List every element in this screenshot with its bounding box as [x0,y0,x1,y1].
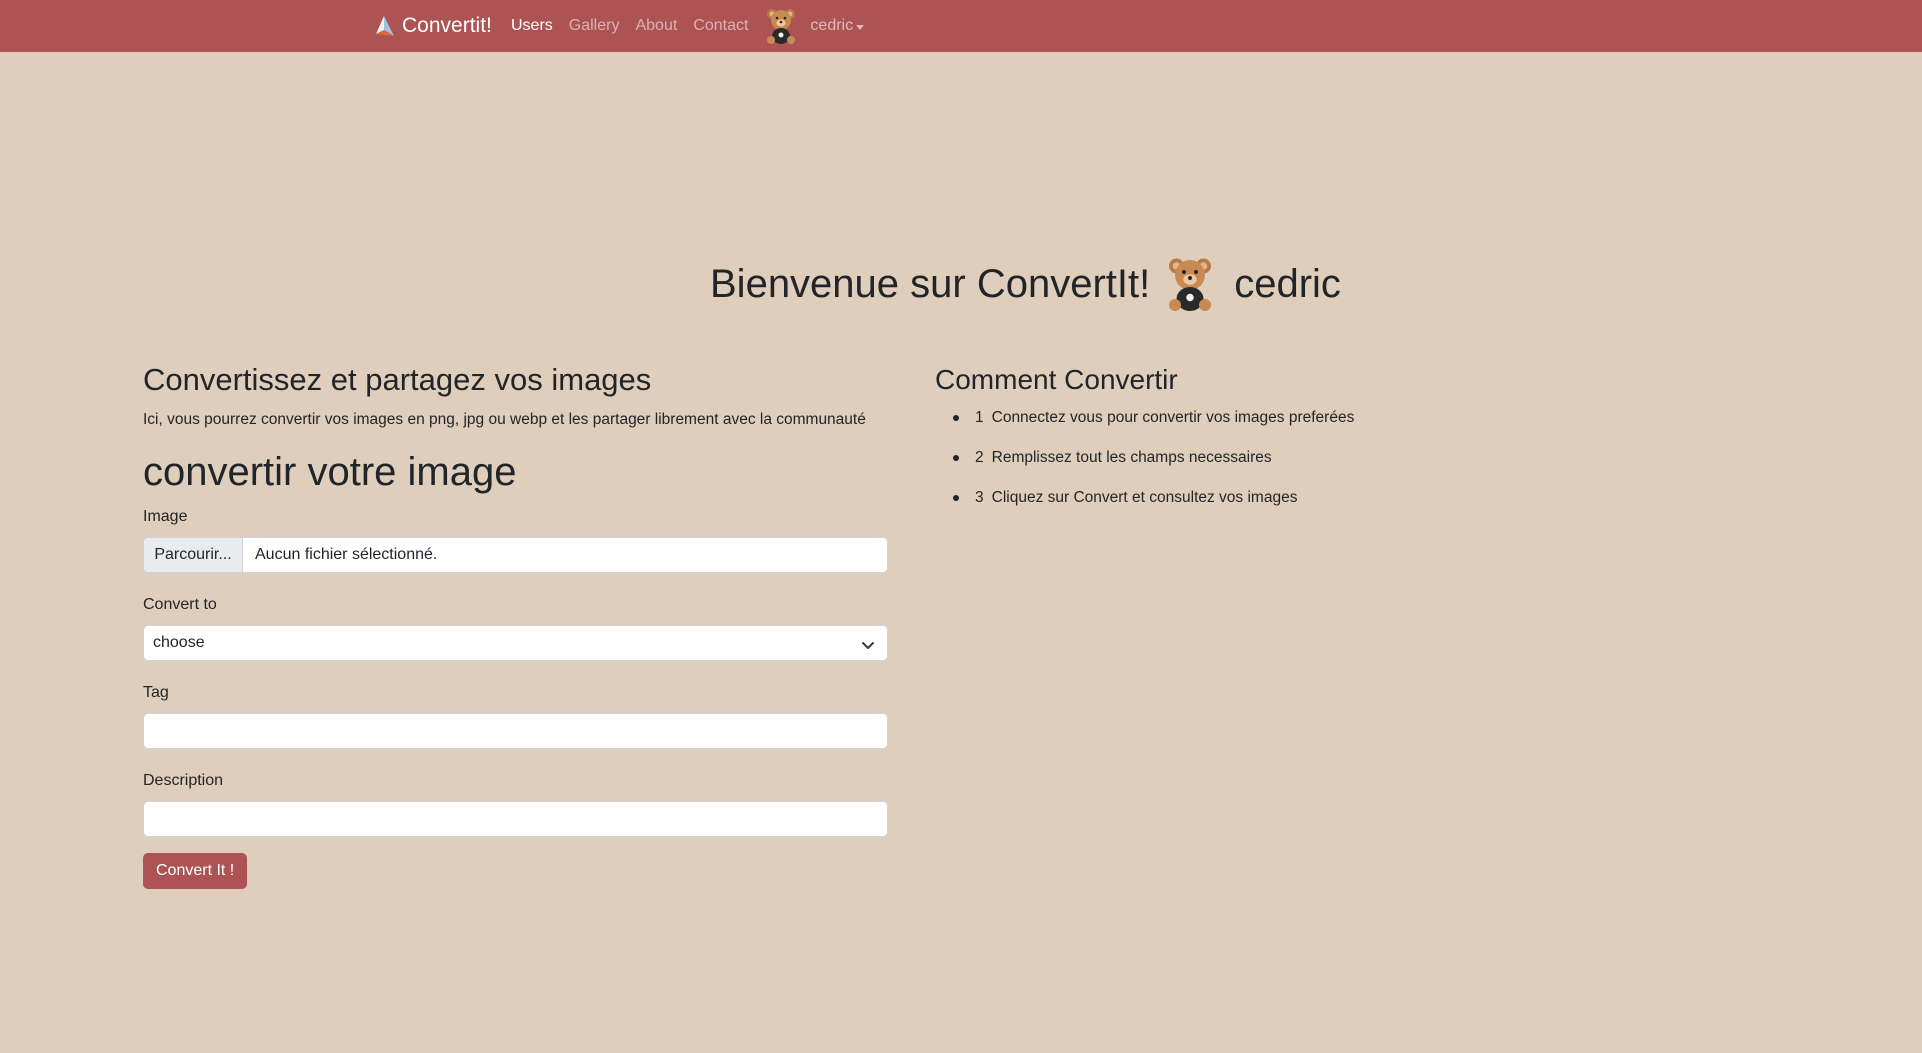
convert-to-value: choose [153,634,205,651]
convert-to-select[interactable]: choose [143,625,888,661]
image-label: Image [143,508,188,525]
step-number: 1 [975,409,984,426]
nav-link-gallery[interactable]: Gallery [569,17,620,35]
caret-down-icon [856,24,865,30]
convert-it-button[interactable]: Convert It ! [143,853,248,889]
tag-input[interactable] [143,713,888,749]
navbar: Convertit! Users Gallery About Contact c… [0,0,1922,52]
howto-heading: Comment Convertir [935,364,1178,395]
welcome-heading: Bienvenue sur ConvertIt! cedric [710,250,1341,318]
intro-lead: Ici, vous pourrez convertir vos images e… [143,411,866,428]
brand-link[interactable]: Convertit! [372,12,492,40]
nav-link-contact[interactable]: Contact [693,17,748,35]
description-label: Description [143,772,224,789]
teddy-bear-icon [764,6,798,46]
convert-to-label: Convert to [143,596,217,613]
welcome-username: cedric [1234,261,1341,306]
convert-section: Convertissez et partagez vos images Ici,… [143,360,888,889]
chevron-down-icon [861,638,875,649]
list-item: 2 Remplissez tout les champs necessaires [935,448,1535,468]
howto-section: Comment Convertir 1 Connectez vous pour c… [935,360,1535,528]
user-menu-name: cedric [810,17,854,34]
step-number: 2 [975,449,984,466]
howto-steps: 1 Connectez vous pour convertir vos image… [935,408,1535,508]
intro-heading: Convertissez et partagez vos images [143,362,652,397]
list-item: 1 Connectez vous pour convertir vos image… [935,408,1535,428]
paper-plane-logo-icon [372,14,396,38]
nav-link-about[interactable]: About [635,17,677,35]
browse-button[interactable]: Parcourir... [144,538,243,572]
tag-label: Tag [143,684,169,701]
step-text: Remplissez tout les champs necessaires [991,449,1272,466]
step-text: Cliquez sur Convert et consultez vos ima… [991,489,1298,506]
step-number: 3 [975,489,984,506]
list-item: 3 Cliquez sur Convert et consultez vos im… [935,488,1535,508]
welcome-text: Bienvenue sur ConvertIt! [710,261,1151,306]
nav-links: Users Gallery About Contact cedric [511,0,865,52]
file-status: Aucun fichier sélectionné. [255,546,438,563]
user-menu-toggle[interactable]: cedric [810,17,865,35]
description-input[interactable] [143,801,888,837]
image-file-input[interactable]: Parcourir... Aucun fichier sélectionné. [143,537,888,573]
form-heading: convertir votre image [143,450,517,494]
step-text: Connectez vous pour convertir vos images… [991,409,1355,426]
brand-name: Convertit! [402,14,492,37]
nav-link-users[interactable]: Users [511,17,553,35]
teddy-bear-icon [1164,254,1216,314]
